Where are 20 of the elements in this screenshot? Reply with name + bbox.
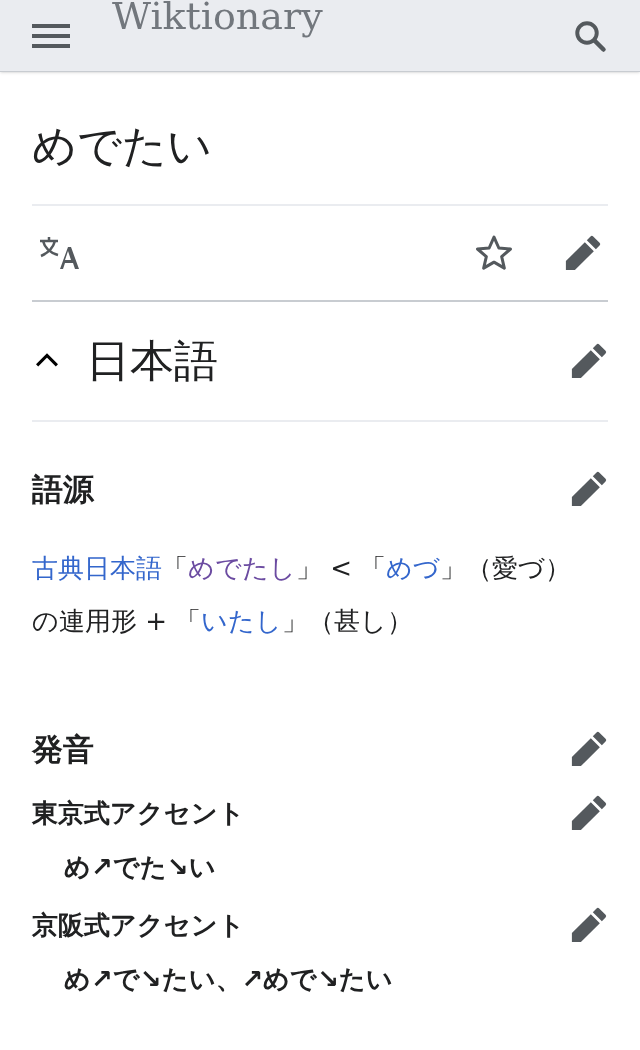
accent-text: め↗でた↘い [63, 854, 217, 880]
page-title: めでたい [32, 72, 608, 206]
link[interactable]: めでたし [188, 553, 296, 583]
subsection-heading: 発音 [32, 733, 94, 765]
edit-icon[interactable] [570, 730, 608, 768]
section-heading[interactable]: 日本語 [86, 339, 218, 383]
link[interactable]: いたし [201, 606, 283, 636]
link[interactable]: めづ [386, 553, 441, 583]
subsection-heading: 東京式アクセント [32, 800, 245, 826]
edit-icon[interactable] [570, 794, 608, 832]
link[interactable]: 古典日本語 [32, 553, 162, 583]
etymology-text: 古典日本語「めでたし」 < 「めづ」（愛づ）の連用形 + 「いたし」（甚し） [32, 552, 573, 638]
edit-icon[interactable] [570, 342, 608, 380]
edit-icon[interactable] [570, 906, 608, 944]
subsection-heading: 京阪式アクセント [32, 912, 245, 938]
edit-icon[interactable] [570, 470, 608, 508]
accent-text: め↗で↘たい、↗めで↘たい [63, 966, 395, 992]
star-icon[interactable] [474, 233, 514, 273]
edit-icon[interactable] [564, 234, 602, 272]
subsection-heading: 語源 [32, 473, 94, 505]
